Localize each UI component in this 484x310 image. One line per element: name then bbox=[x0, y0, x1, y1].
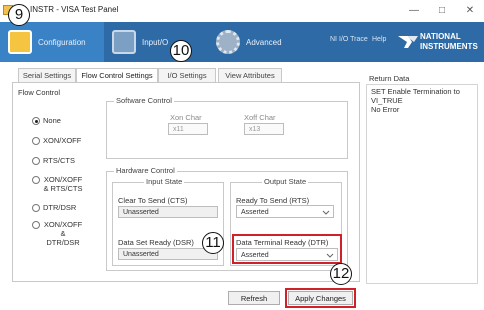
cts-value-field: Unasserted bbox=[118, 206, 218, 218]
minimize-button[interactable]: — bbox=[404, 3, 424, 19]
rts-label: Ready To Send (RTS) bbox=[236, 196, 310, 205]
xoff-char-field[interactable]: x13 bbox=[244, 123, 284, 135]
cts-label: Clear To Send (CTS) bbox=[118, 196, 188, 205]
radio-dtr-dsr-label: DTR/DSR bbox=[43, 203, 77, 212]
window-title: INSTR - VISA Test Panel bbox=[30, 5, 119, 14]
hardware-control-title: Hardware Control bbox=[114, 166, 177, 175]
advanced-label: Advanced bbox=[246, 37, 282, 47]
close-button[interactable]: ✕ bbox=[460, 3, 480, 19]
help-button[interactable]: Help bbox=[372, 36, 386, 43]
dtr-label: Data Terminal Ready (DTR) bbox=[236, 238, 329, 247]
radio-xon-xoff-rts-cts-label: XON/XOFF & RTS/CTS bbox=[43, 175, 83, 193]
radio-rts-cts-label: RTS/CTS bbox=[43, 156, 75, 165]
tab-serial-settings[interactable]: Serial Settings bbox=[18, 68, 76, 82]
input-output-label: Input/O bbox=[142, 37, 169, 47]
radio-xon-xoff-label: XON/XOFF bbox=[43, 136, 82, 145]
ni-eagle-icon bbox=[398, 36, 418, 48]
input-state-title: Input State bbox=[144, 177, 185, 186]
return-data-line: VI_TRUE bbox=[371, 96, 403, 105]
dtr-select[interactable]: Asserted bbox=[236, 248, 338, 261]
gear-icon bbox=[216, 30, 240, 54]
return-data-area: SET Enable Termination to VI_TRUE No Err… bbox=[366, 84, 478, 284]
input-output-button[interactable]: Input/O bbox=[112, 22, 176, 62]
software-control-group bbox=[106, 101, 348, 159]
refresh-button[interactable]: Refresh bbox=[228, 291, 280, 305]
output-state-title: Output State bbox=[262, 177, 309, 186]
rts-select-value: Asserted bbox=[241, 209, 269, 216]
software-control-title: Software Control bbox=[114, 96, 174, 105]
radio-xon-xoff[interactable] bbox=[32, 137, 40, 145]
monitor-icon bbox=[112, 30, 136, 54]
tab-flow-control-settings[interactable]: Flow Control Settings bbox=[76, 68, 158, 83]
ni-logo-line2: INSTRUMENTS bbox=[420, 42, 478, 51]
callout-9: 9 bbox=[8, 4, 30, 26]
dtr-select-value: Asserted bbox=[241, 252, 269, 259]
configuration-label: Configuration bbox=[38, 37, 86, 47]
return-data-title: Return Data bbox=[369, 74, 410, 83]
toolbar: Configuration Input/O Advanced NI I/O Tr… bbox=[0, 22, 484, 62]
chevron-down-icon bbox=[326, 253, 334, 258]
tab-view-attributes[interactable]: View Attributes bbox=[218, 68, 282, 82]
return-data-line: SET Enable Termination to bbox=[371, 87, 460, 96]
xoff-char-label: Xoff Char bbox=[244, 113, 276, 122]
chevron-down-icon bbox=[322, 210, 330, 215]
maximize-button[interactable]: □ bbox=[432, 3, 452, 19]
radio-xon-xoff-dtr-dsr[interactable] bbox=[32, 221, 40, 229]
radio-rts-cts[interactable] bbox=[32, 157, 40, 165]
apply-changes-button[interactable]: Apply Changes bbox=[288, 291, 353, 305]
advanced-button[interactable]: Advanced bbox=[216, 22, 296, 62]
callout-11: 11 bbox=[202, 232, 224, 254]
callout-12: 12 bbox=[330, 263, 352, 285]
xon-char-field[interactable]: x11 bbox=[168, 123, 208, 135]
radio-dtr-dsr[interactable] bbox=[32, 204, 40, 212]
callout-10: 10 bbox=[170, 40, 192, 62]
radio-none-label: None bbox=[43, 116, 61, 125]
ni-logo: NATIONAL INSTRUMENTS bbox=[398, 30, 482, 56]
ni-logo-text: NATIONAL INSTRUMENTS bbox=[420, 32, 478, 52]
flow-control-title: Flow Control bbox=[18, 88, 61, 97]
rts-select[interactable]: Asserted bbox=[236, 205, 334, 218]
return-data-line: No Error bbox=[371, 105, 400, 114]
dsr-value-field: Unasserted bbox=[118, 248, 218, 260]
title-bar: INSTR - VISA Test Panel — □ ✕ bbox=[0, 0, 484, 22]
radio-xon-xoff-dtr-dsr-label: XON/XOFF & DTR/DSR bbox=[43, 220, 83, 247]
xon-char-label: Xon Char bbox=[170, 113, 202, 122]
radio-none[interactable] bbox=[32, 117, 40, 125]
radio-xon-xoff-rts-cts[interactable] bbox=[32, 176, 40, 184]
ni-logo-line1: NATIONAL bbox=[420, 32, 461, 41]
configuration-icon bbox=[8, 30, 32, 54]
configuration-button[interactable]: Configuration bbox=[0, 22, 104, 62]
ni-io-trace-button[interactable]: NI I/O Trace bbox=[330, 36, 368, 43]
dsr-label: Data Set Ready (DSR) bbox=[118, 238, 194, 247]
tab-io-settings[interactable]: I/O Settings bbox=[158, 68, 216, 82]
